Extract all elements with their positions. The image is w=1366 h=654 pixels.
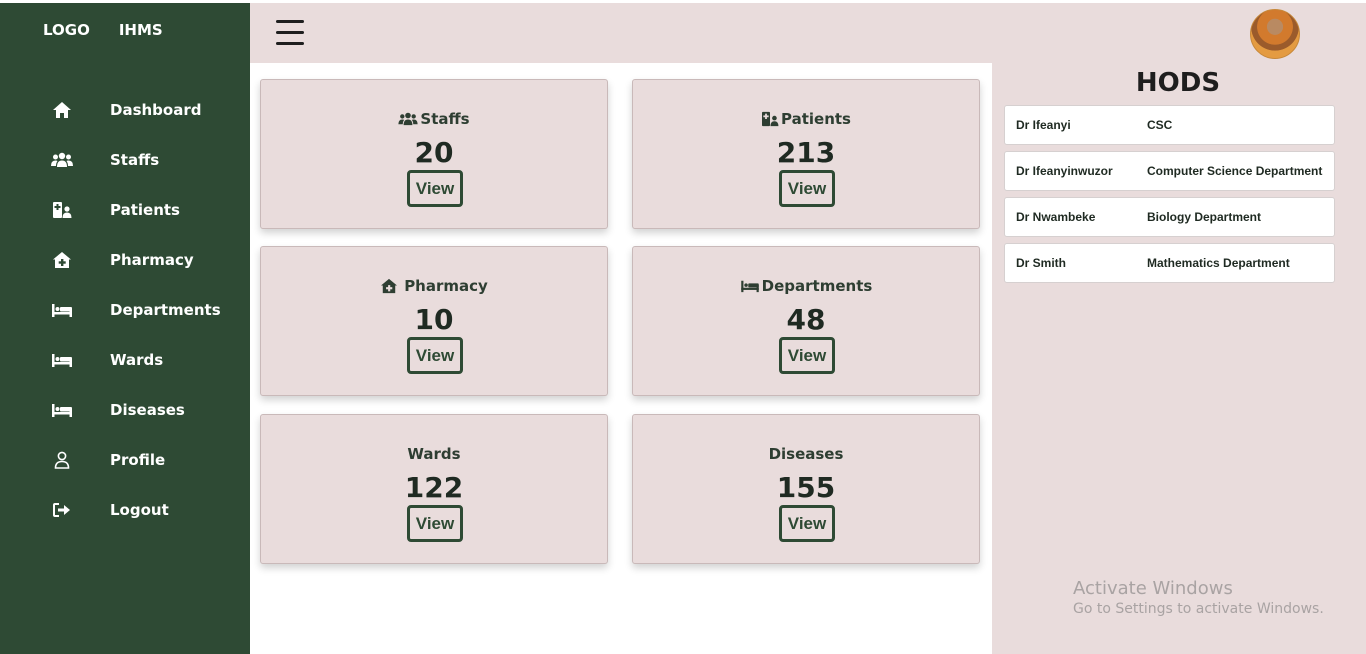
user-icon [51,450,73,470]
hods-panel: HODS Dr Ifeanyi CSC Dr Ifeanyinwuzor Com… [992,63,1366,654]
list-item[interactable]: Dr Smith Mathematics Department [1004,243,1335,283]
hod-department: Computer Science Department [1147,164,1323,178]
view-pharmacy-button[interactable]: View [407,337,463,374]
hod-department: CSC [1147,118,1173,132]
hod-name: Dr Nwambeke [1016,210,1096,224]
avatar[interactable] [1250,9,1300,59]
hod-department: Biology Department [1147,210,1262,224]
card-staffs: Staffs 20 View [260,79,608,229]
logout-icon [51,500,73,520]
hod-name: Dr Ifeanyinwuzor [1016,164,1113,178]
sidebar-item-departments[interactable]: Departments [0,290,250,330]
view-patients-button[interactable]: View [779,170,835,207]
list-item[interactable]: Dr Ifeanyinwuzor Computer Science Depart… [1004,151,1335,191]
sidebar-item-logout[interactable]: Logout [0,490,250,530]
bed-icon [51,300,73,320]
card-diseases: Diseases 155 View [632,414,980,564]
card-count: 122 [404,471,464,504]
card-count: 213 [776,136,836,169]
card-count: 20 [414,136,454,169]
card-departments: Departments 48 View [632,246,980,396]
view-staffs-button[interactable]: View [407,170,463,207]
sidebar-item-diseases[interactable]: Diseases [0,390,250,430]
hamburger-icon[interactable] [276,20,304,46]
hods-heading: HODS [1135,68,1221,98]
hospital-user-icon [51,200,73,220]
card-patients: Patients 213 View [632,79,980,229]
list-item[interactable]: Dr Ifeanyi CSC [1004,105,1335,145]
view-wards-button[interactable]: View [407,505,463,542]
hod-department: Mathematics Department [1147,256,1290,270]
card-count: 155 [776,471,836,504]
sidebar-item-profile[interactable]: Profile [0,440,250,480]
logo[interactable]: LOGO [43,21,90,39]
users-icon [51,150,73,170]
bed-icon [51,350,73,370]
watermark-subtitle: Go to Settings to activate Windows. [1073,601,1324,617]
card-title: Patients [633,110,979,128]
sidebar-item-pharmacy[interactable]: Pharmacy [0,240,250,280]
card-title: Pharmacy [261,277,607,295]
users-icon [398,112,419,126]
card-pharmacy: Pharmacy 10 View [260,246,608,396]
sidebar: LOGO IHMS Dashboard Staffs Patients Phar… [0,3,250,654]
hospital-user-icon [761,111,779,127]
card-title: Wards [407,445,461,463]
activation-watermark: Activate Windows Go to Settings to activ… [1073,578,1324,617]
sidebar-item-label: Wards [110,351,164,369]
card-title: Staffs [261,110,607,128]
home-icon [51,100,73,120]
sidebar-item-label: Departments [110,301,221,319]
house-medical-icon [51,250,73,270]
sidebar-item-staffs[interactable]: Staffs [0,140,250,180]
hod-name: Dr Ifeanyi [1016,118,1071,132]
sidebar-item-label: Logout [110,501,169,519]
bed-icon [740,279,760,293]
top-bar [250,3,1366,63]
card-count: 48 [786,303,826,336]
house-medical-icon [380,278,398,294]
sidebar-item-label: Pharmacy [110,251,194,269]
sidebar-item-dashboard[interactable]: Dashboard [0,90,250,130]
sidebar-item-label: Patients [110,201,180,219]
view-departments-button[interactable]: View [779,337,835,374]
app-name: IHMS [118,21,163,39]
hod-name: Dr Smith [1016,256,1067,270]
card-title: Departments [633,277,979,295]
card-title: Diseases [768,445,844,463]
sidebar-item-label: Staffs [110,151,160,169]
sidebar-item-label: Profile [110,451,166,469]
card-count: 10 [414,303,454,336]
card-wards: Wards 122 View [260,414,608,564]
brand: LOGO IHMS [43,21,163,39]
sidebar-item-label: Diseases [110,401,185,419]
bed-icon [51,400,73,420]
list-item[interactable]: Dr Nwambeke Biology Department [1004,197,1335,237]
sidebar-item-patients[interactable]: Patients [0,190,250,230]
sidebar-item-label: Dashboard [110,101,202,119]
sidebar-item-wards[interactable]: Wards [0,340,250,380]
watermark-title: Activate Windows [1073,578,1233,599]
view-diseases-button[interactable]: View [779,505,835,542]
